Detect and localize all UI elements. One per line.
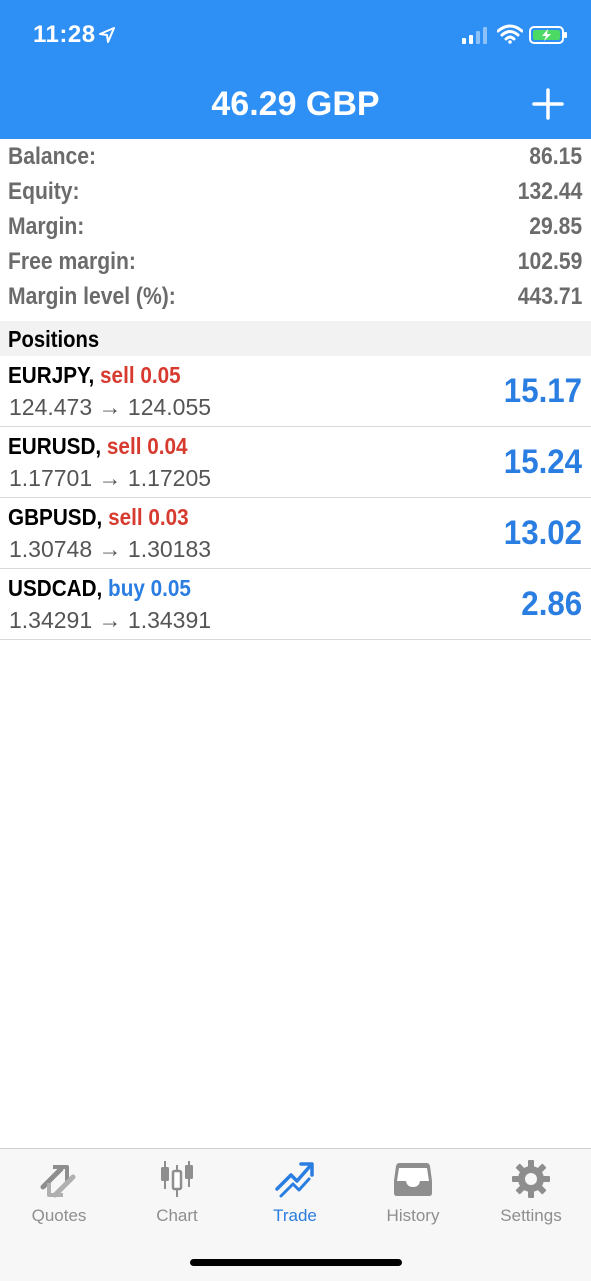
summary-label: Margin level (%): [8,283,176,310]
position-side: buy 0.05 [108,575,191,601]
position-row[interactable]: GBPUSD, sell 0.03 1.30748 → 1.30183 13.0… [0,498,591,569]
gear-icon [512,1160,550,1198]
tab-label: Settings [500,1206,562,1225]
position-prices: 1.30748 → 1.30183 [9,536,212,562]
summary-value: 443.71 [517,283,582,310]
position-side: sell 0.03 [108,504,189,530]
position-profit: 13.02 [503,514,582,552]
position-title: EURUSD, sell 0.04 [8,433,187,460]
inbox-icon [394,1163,432,1196]
home-indicator[interactable] [190,1259,402,1266]
tab-trade[interactable]: Trade [236,1149,354,1239]
summary-row-margin: Margin: 29.85 [0,209,591,244]
position-side: sell 0.04 [106,433,188,459]
position-symbol: USDCAD, [8,575,103,601]
tab-quotes[interactable]: Quotes [0,1149,118,1239]
summary-row-balance: Balance: 86.15 [0,139,591,174]
status-time: 11:28 [33,21,96,48]
position-row[interactable]: EURUSD, sell 0.04 1.17701 → 1.17205 15.2… [0,427,591,498]
positions-section-header: Positions [0,321,591,356]
position-title: USDCAD, buy 0.05 [8,575,191,602]
position-row[interactable]: USDCAD, buy 0.05 1.34291 → 1.34391 2.86 [0,569,591,640]
tab-label: Trade [273,1206,317,1225]
positions-heading: Positions [8,326,100,352]
battery-charging-icon [529,26,567,44]
position-symbol: EURUSD, [8,433,102,459]
summary-label: Balance: [8,143,97,170]
tab-label: History [386,1206,440,1225]
summary-row-margin-level: Margin level (%): 443.71 [0,279,591,314]
positions-list: EURJPY, sell 0.05 124.473 → 124.055 15.1… [0,356,591,640]
position-row[interactable]: EURJPY, sell 0.05 124.473 → 124.055 15.1… [0,356,591,427]
position-title: GBPUSD, sell 0.03 [8,504,189,531]
position-symbol: GBPUSD, [8,504,103,530]
tab-history[interactable]: History [354,1149,472,1239]
summary-value: 29.85 [529,213,582,240]
wifi-icon [497,24,523,44]
tab-label: Chart [156,1206,198,1225]
add-order-button[interactable] [526,82,570,126]
summary-value: 102.59 [517,248,582,275]
page-title: 46.29 GBP [211,85,380,123]
summary-value: 132.44 [517,178,582,205]
position-symbol: EURJPY, [8,362,95,388]
summary-label: Free margin: [8,248,136,275]
candlestick-chart-icon [161,1161,193,1197]
position-prices: 1.34291 → 1.34391 [9,607,212,633]
tab-label: Quotes [31,1206,87,1225]
quotes-icon [40,1165,76,1198]
position-title: EURJPY, sell 0.05 [8,362,181,389]
trade-trend-icon [275,1162,314,1198]
summary-row-free-margin: Free margin: 102.59 [0,244,591,279]
position-profit: 15.17 [503,372,582,410]
header-bar: 11:28 46.29 GBP [0,0,591,139]
position-profit: 15.24 [503,443,582,481]
position-prices: 1.17701 → 1.17205 [9,465,212,491]
position-profit: 2.86 [521,585,582,623]
cellular-signal-icon [462,27,487,44]
tab-chart[interactable]: Chart [118,1149,236,1239]
summary-label: Equity: [8,178,80,205]
account-summary: Balance: 86.15 Equity: 132.44 Margin: 29… [0,139,591,314]
location-arrow-icon [99,27,115,43]
tab-settings[interactable]: Settings [472,1149,590,1239]
summary-row-equity: Equity: 132.44 [0,174,591,209]
position-side: sell 0.05 [100,362,181,388]
summary-value: 86.15 [529,143,582,170]
position-prices: 124.473 → 124.055 [9,394,212,420]
summary-label: Margin: [8,213,85,240]
